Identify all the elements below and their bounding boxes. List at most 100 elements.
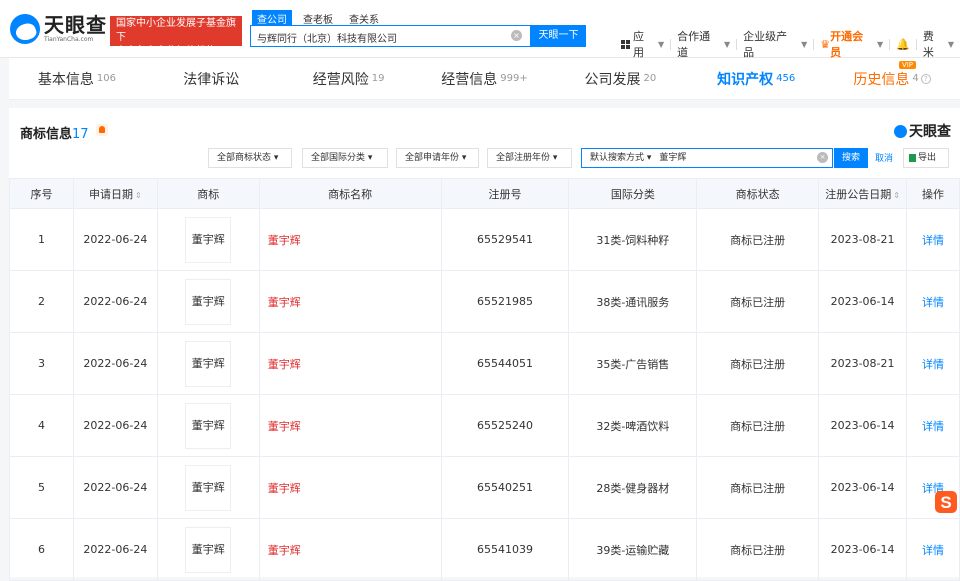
cell-reg-no: 65521985 [440,270,570,333]
cell-reg-no: 65529541 [440,208,570,271]
clear-search-icon[interactable]: × [511,30,522,41]
cell-intl-class: 28类-健身器材 [568,456,698,519]
cell-status: 商标已注册 [696,456,820,519]
site-logo[interactable]: 天眼查 TianYanCha.com [10,14,107,44]
grid-icon [621,39,630,49]
chevron-down-icon: ▼ [801,39,808,49]
chevron-down-icon: ▼ [724,39,731,49]
cell-mark-name: 董宇辉 [258,394,442,457]
sort-icon: ⇕ [893,190,900,200]
nav-notification[interactable]: 🔔 [890,38,916,51]
filter-status[interactable]: 全部商标状态 ▾ [208,148,292,168]
cell-reg-no: 65544051 [440,332,570,395]
cell-mark-image: 董宇辉 [156,518,260,581]
cell-intl-class: 38类-通讯服务 [568,270,698,333]
brand-watermark: 天眼查 [894,121,951,141]
floating-s-icon[interactable]: S [934,490,958,514]
col-action: 操作 [906,178,960,209]
top-nav: 应用 ▼ 合作通道 ▼ 企业级产品 ▼ ♛ 开通会员 ▼ 🔔 费米 ▼ [615,28,960,60]
cell-status: 商标已注册 [696,208,820,271]
cell-reg-no: 65540251 [440,456,570,519]
trademark-image[interactable]: 董宇辉 [185,526,232,573]
nav-apps[interactable]: 应用 ▼ [615,28,670,60]
detail-link[interactable]: 详情 [906,208,960,271]
search-button[interactable]: 天眼一下 [531,25,586,47]
tab-ip[interactable]: 知识产权 456 [688,58,824,99]
trademark-panel: 商标信息17 天眼查 全部商标状态 ▾ 全部国际分类 ▾ 全部申请年份 ▾ 全部… [9,108,960,581]
export-button[interactable]: 导出 [903,148,949,168]
tab-basic-info[interactable]: 基本信息 106 [9,58,145,99]
cell-mark-name: 董宇辉 [258,518,442,581]
col-reg-no: 注册号 [440,178,570,209]
cell-pub-date: 2023-06-14 [818,270,908,333]
cell-intl-class: 31类-饲料种籽 [568,208,698,271]
search-mode-select[interactable]: 默认搜索方式 ▾ [590,153,651,163]
cell-status: 商标已注册 [696,394,820,457]
cell-reg-no: 65525240 [440,394,570,457]
cell-apply-date: 2022-06-24 [72,394,158,457]
col-apply-date[interactable]: 申请日期 ⇕ [72,178,158,209]
detail-link[interactable]: 详情 [906,270,960,333]
trademark-image[interactable]: 董宇辉 [185,402,232,449]
main-search-input[interactable]: 与辉同行（北京）科技有限公司 [250,25,531,47]
filter-cancel-link[interactable]: 取消 [875,151,893,164]
cell-apply-date: 2022-06-24 [72,208,158,271]
trademark-table: 序号 申请日期 ⇕ 商标 商标名称 注册号 国际分类 商标状态 注册公告日期 ⇕ 操… [9,178,960,581]
cell-mark-image: 董宇辉 [156,456,260,519]
col-mark: 商标 [156,178,260,209]
filter-search-button[interactable]: 搜索 [834,148,868,168]
table-row: 2 2022-06-24 董宇辉 董宇辉 65521985 38类-通讯服务 商标已注册 20… [9,270,960,333]
trademark-search-input[interactable]: 默认搜索方式 ▾ 董宇辉 [581,148,833,168]
cell-pub-date: 2023-08-21 [818,332,908,395]
detail-link[interactable]: 详情 [906,332,960,395]
cell-apply-date: 2022-06-24 [72,518,158,581]
detail-link[interactable]: 详情 [906,518,960,581]
chevron-down-icon: ▼ [877,39,884,49]
filter-bar: 全部商标状态 ▾ 全部国际分类 ▾ 全部申请年份 ▾ 全部注册年份 ▾ 默认搜索… [9,148,960,168]
nav-vip[interactable]: ♛ 开通会员 ▼ [814,28,889,60]
trademark-image[interactable]: 董宇辉 [185,340,232,387]
trademark-image[interactable]: 董宇辉 [185,278,232,325]
tab-legal[interactable]: 法律诉讼 [145,58,281,99]
help-icon[interactable]: ? [920,73,931,84]
filter-apply-year[interactable]: 全部申请年份 ▾ [396,148,479,168]
tab-business-risk[interactable]: 经营风险 19 [281,58,417,99]
col-intl-class: 国际分类 [568,178,698,209]
cell-mark-name: 董宇辉 [258,332,442,395]
filter-intl-class[interactable]: 全部国际分类 ▾ [302,148,388,168]
vip-badge: VIP [898,61,917,69]
sort-icon: ⇕ [135,190,142,200]
detail-link[interactable]: 详情 [906,394,960,457]
cell-apply-date: 2022-06-24 [72,332,158,395]
nav-enterprise[interactable]: 企业级产品 ▼ [737,28,813,60]
trademark-image[interactable]: 董宇辉 [185,464,232,511]
nav-user[interactable]: 费米 ▼ [917,28,960,60]
filter-reg-year[interactable]: 全部注册年份 ▾ [487,148,572,168]
table-row: 4 2022-06-24 董宇辉 董宇辉 65525240 32类-啤酒饮料 商标已注册 20… [9,394,960,457]
nav-partner[interactable]: 合作通道 ▼ [671,28,736,60]
cell-apply-date: 2022-06-24 [72,270,158,333]
top-header: 天眼查 TianYanCha.com 国家中小企业发展子基金旗下 官方备案企业征… [0,0,960,60]
section-title: 商标信息17 [20,127,89,142]
cell-pub-date: 2023-06-14 [818,456,908,519]
cell-mark-name: 董宇辉 [258,208,442,271]
cell-mark-image: 董宇辉 [156,270,260,333]
cell-mark-image: 董宇辉 [156,208,260,271]
cell-apply-date: 2022-06-24 [72,456,158,519]
cell-intl-class: 35类-广告销售 [568,332,698,395]
cell-mark-name: 董宇辉 [258,456,442,519]
clear-filter-icon[interactable]: × [817,152,828,163]
tab-history[interactable]: VIP 历史信息 4? [824,58,960,99]
cell-index: 2 [9,270,74,333]
cell-index: 3 [9,332,74,395]
trademark-image[interactable]: 董宇辉 [185,216,232,263]
table-row: 1 2022-06-24 董宇辉 董宇辉 65529541 31类-饲料种籽 商标已注册 20… [9,208,960,271]
tab-development[interactable]: 公司发展 20 [552,58,688,99]
chevron-down-icon: ▼ [657,39,665,49]
col-pub-date[interactable]: 注册公告日期 ⇕ [818,178,908,209]
tab-business-info[interactable]: 经营信息 999+ [417,58,553,99]
subscribe-bell-icon[interactable] [96,124,108,136]
table-row: 6 2022-06-24 董宇辉 董宇辉 65541039 39类-运输贮藏 商标已注册 20… [9,518,960,581]
bell-icon: 🔔 [896,37,910,51]
svg-text:S: S [940,493,951,512]
